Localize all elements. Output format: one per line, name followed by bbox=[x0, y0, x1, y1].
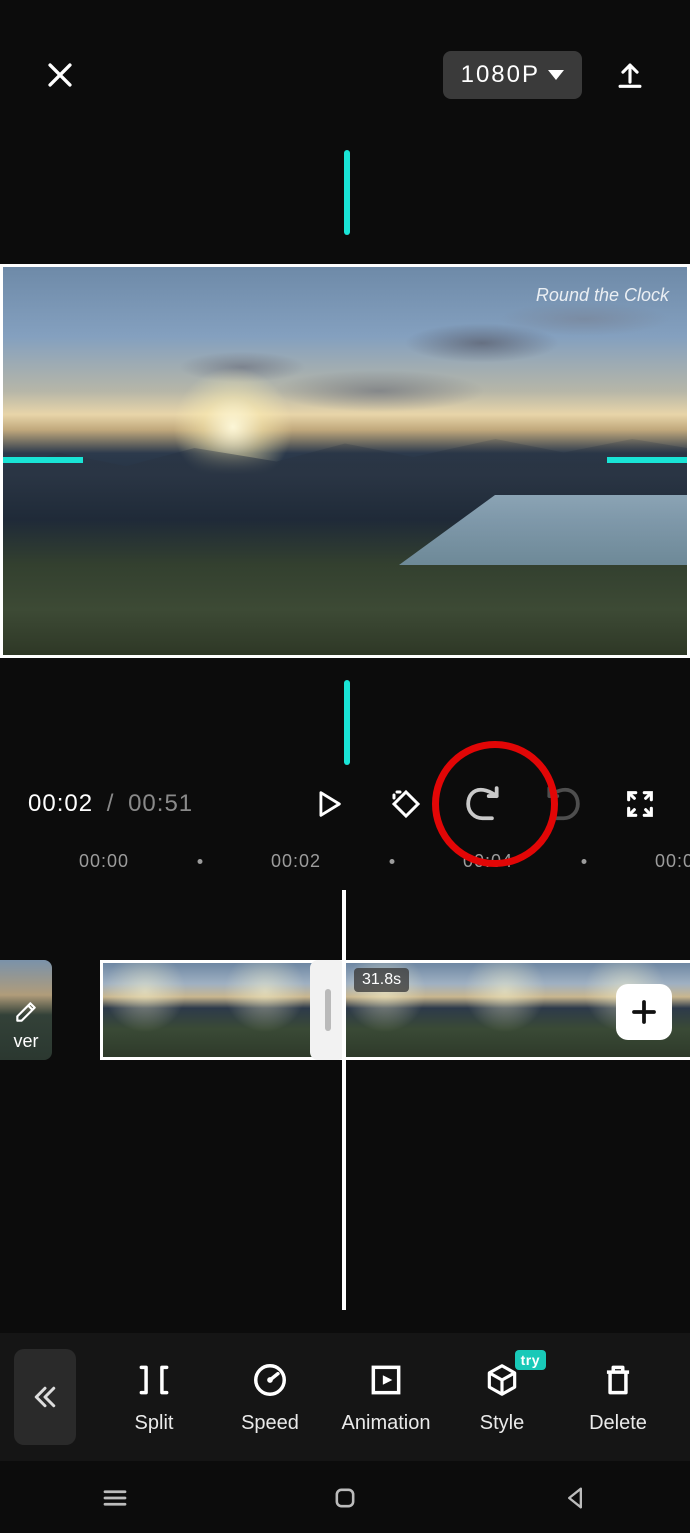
clip-thumbnail bbox=[463, 963, 583, 1057]
transition-handle[interactable] bbox=[310, 960, 346, 1060]
keyframe-button[interactable] bbox=[384, 782, 428, 826]
delete-icon bbox=[598, 1360, 638, 1400]
tool-delete[interactable]: Delete bbox=[568, 1360, 668, 1435]
close-button[interactable] bbox=[40, 55, 80, 95]
timecode: 00:02 / 00:51 bbox=[28, 790, 193, 818]
cover-button[interactable]: ver bbox=[0, 960, 52, 1060]
system-nav-bar bbox=[0, 1463, 690, 1533]
guide-line-left bbox=[3, 457, 83, 463]
clip-duration-badge: 31.8s bbox=[354, 968, 409, 992]
ruler-mark: 00:00 bbox=[79, 851, 129, 872]
tool-style[interactable]: try Style bbox=[452, 1360, 552, 1435]
timecode-total: 00:51 bbox=[128, 790, 193, 817]
playhead-indicator-mid bbox=[344, 680, 350, 765]
preview-frame: Round the Clock bbox=[3, 267, 687, 655]
tool-style-label: Style bbox=[480, 1412, 524, 1435]
guide-line-right bbox=[607, 457, 687, 463]
speed-icon bbox=[250, 1360, 290, 1400]
chevrons-left-icon bbox=[30, 1382, 60, 1412]
play-button[interactable] bbox=[306, 782, 350, 826]
tool-delete-label: Delete bbox=[589, 1412, 647, 1435]
try-badge: try bbox=[515, 1350, 546, 1370]
add-clip-button[interactable] bbox=[616, 984, 672, 1040]
toolbar-back-button[interactable] bbox=[14, 1349, 76, 1445]
ruler-mark: 00:06 bbox=[655, 851, 690, 872]
cover-label: ver bbox=[13, 1031, 38, 1052]
playhead-indicator-top bbox=[344, 150, 350, 235]
clip-thumbnail bbox=[103, 963, 223, 1057]
ruler-tick bbox=[582, 859, 587, 864]
animation-icon bbox=[366, 1360, 406, 1400]
time-ruler[interactable]: 00:00 00:02 00:04 00:06 bbox=[0, 845, 690, 881]
resolution-dropdown[interactable]: 1080P bbox=[443, 51, 582, 99]
timecode-separator: / bbox=[107, 790, 115, 817]
tool-split[interactable]: Split bbox=[104, 1360, 204, 1435]
playhead-line[interactable] bbox=[342, 890, 346, 1310]
tool-animation[interactable]: Animation bbox=[336, 1360, 436, 1435]
redo-button[interactable] bbox=[540, 782, 584, 826]
chevron-down-icon bbox=[548, 70, 564, 80]
tool-speed[interactable]: Speed bbox=[220, 1360, 320, 1435]
nav-back-icon[interactable] bbox=[557, 1480, 593, 1516]
ruler-tick bbox=[390, 859, 395, 864]
nav-recent-icon[interactable] bbox=[97, 1480, 133, 1516]
nav-home-icon[interactable] bbox=[327, 1480, 363, 1516]
video-preview[interactable]: Round the Clock bbox=[0, 264, 690, 658]
tool-animation-label: Animation bbox=[342, 1412, 431, 1435]
watermark-text: Round the Clock bbox=[536, 285, 669, 306]
split-icon bbox=[134, 1360, 174, 1400]
fullscreen-button[interactable] bbox=[618, 782, 662, 826]
export-button[interactable] bbox=[610, 55, 650, 95]
timecode-current: 00:02 bbox=[28, 790, 93, 817]
resolution-label: 1080P bbox=[461, 61, 540, 89]
pencil-icon bbox=[13, 999, 39, 1025]
ruler-mark: 00:04 bbox=[463, 851, 513, 872]
tool-speed-label: Speed bbox=[241, 1412, 299, 1435]
ruler-tick bbox=[198, 859, 203, 864]
tool-split-label: Split bbox=[135, 1412, 174, 1435]
undo-button[interactable] bbox=[462, 782, 506, 826]
ruler-mark: 00:02 bbox=[271, 851, 321, 872]
